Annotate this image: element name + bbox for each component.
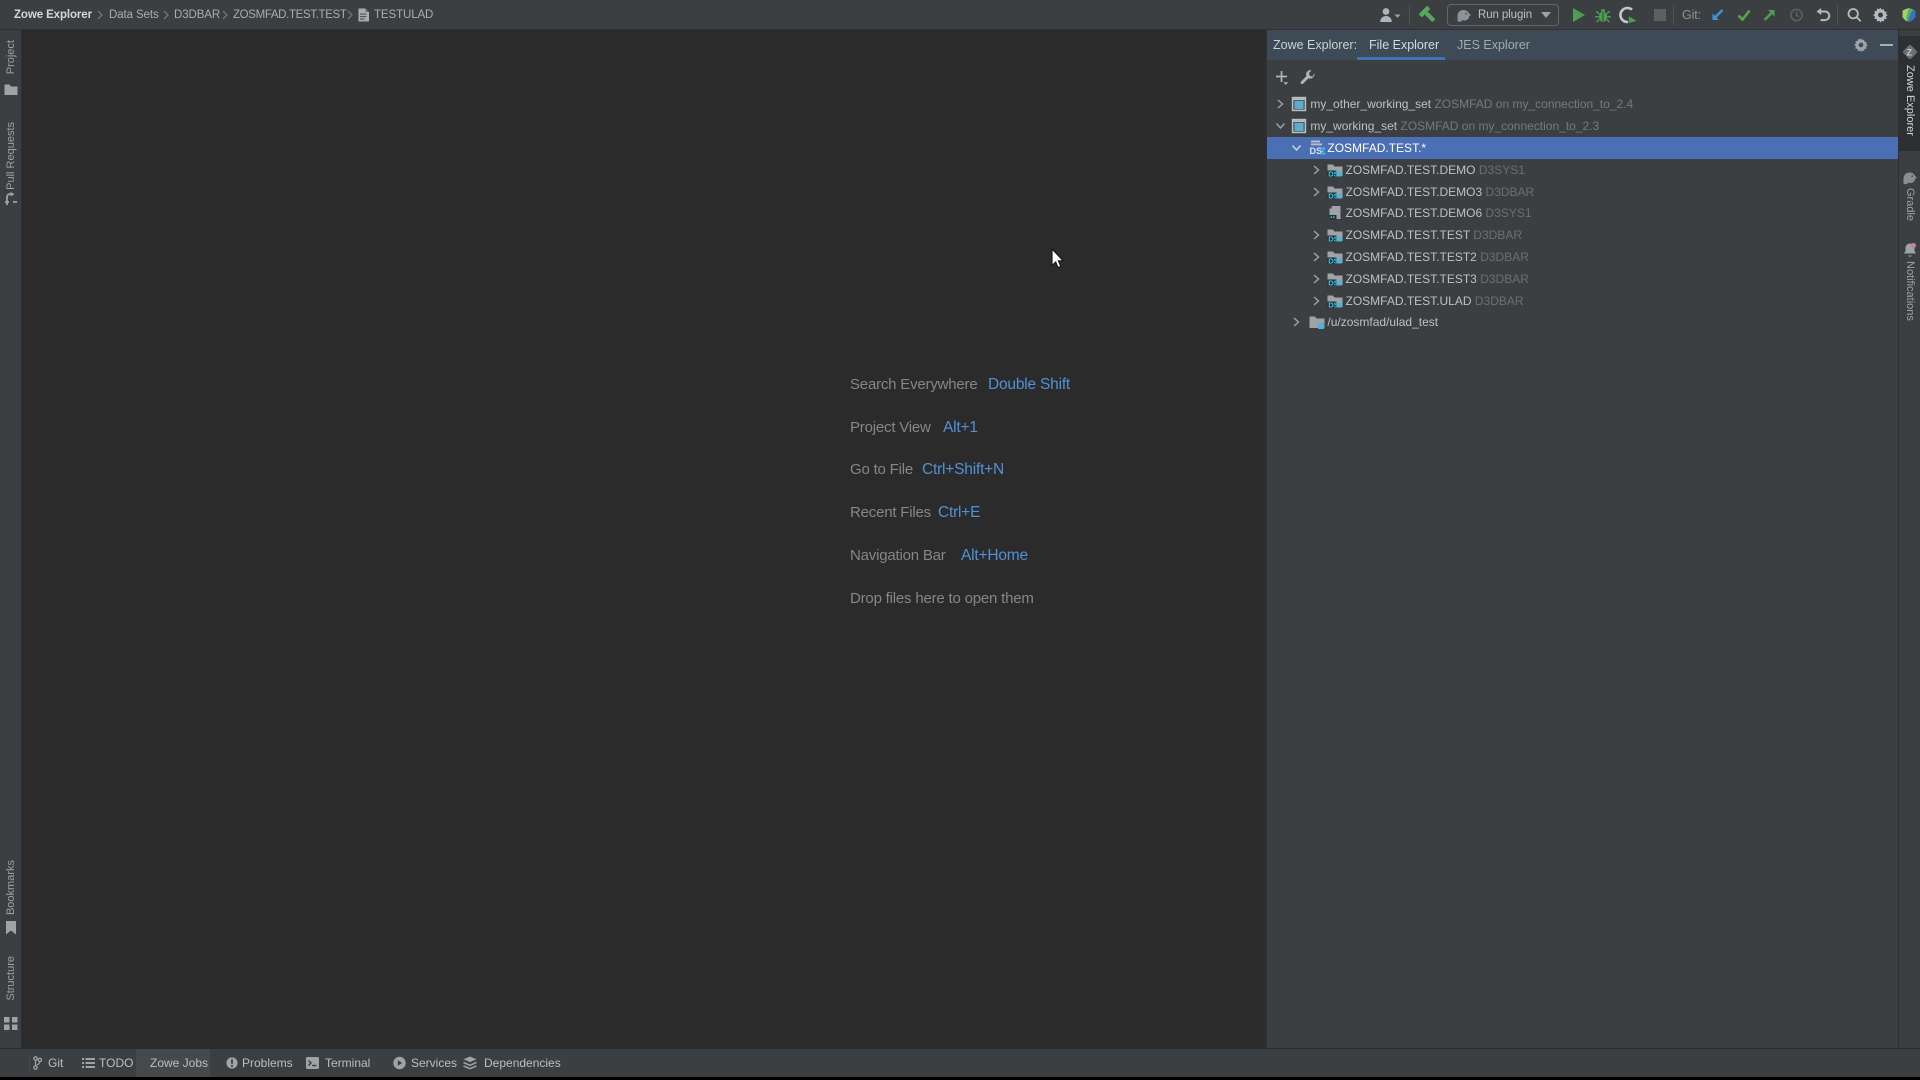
svg-text:DS: DS bbox=[1310, 146, 1323, 156]
svg-text:DS: DS bbox=[1328, 256, 1338, 265]
svg-text:DS: DS bbox=[1328, 300, 1338, 309]
svg-text:Z: Z bbox=[1907, 48, 1913, 58]
svg-text:DS: DS bbox=[1328, 169, 1338, 178]
svg-text:DS: DS bbox=[1328, 191, 1338, 200]
svg-text:DS: DS bbox=[1328, 278, 1338, 287]
svg-text:DS: DS bbox=[1328, 235, 1338, 244]
